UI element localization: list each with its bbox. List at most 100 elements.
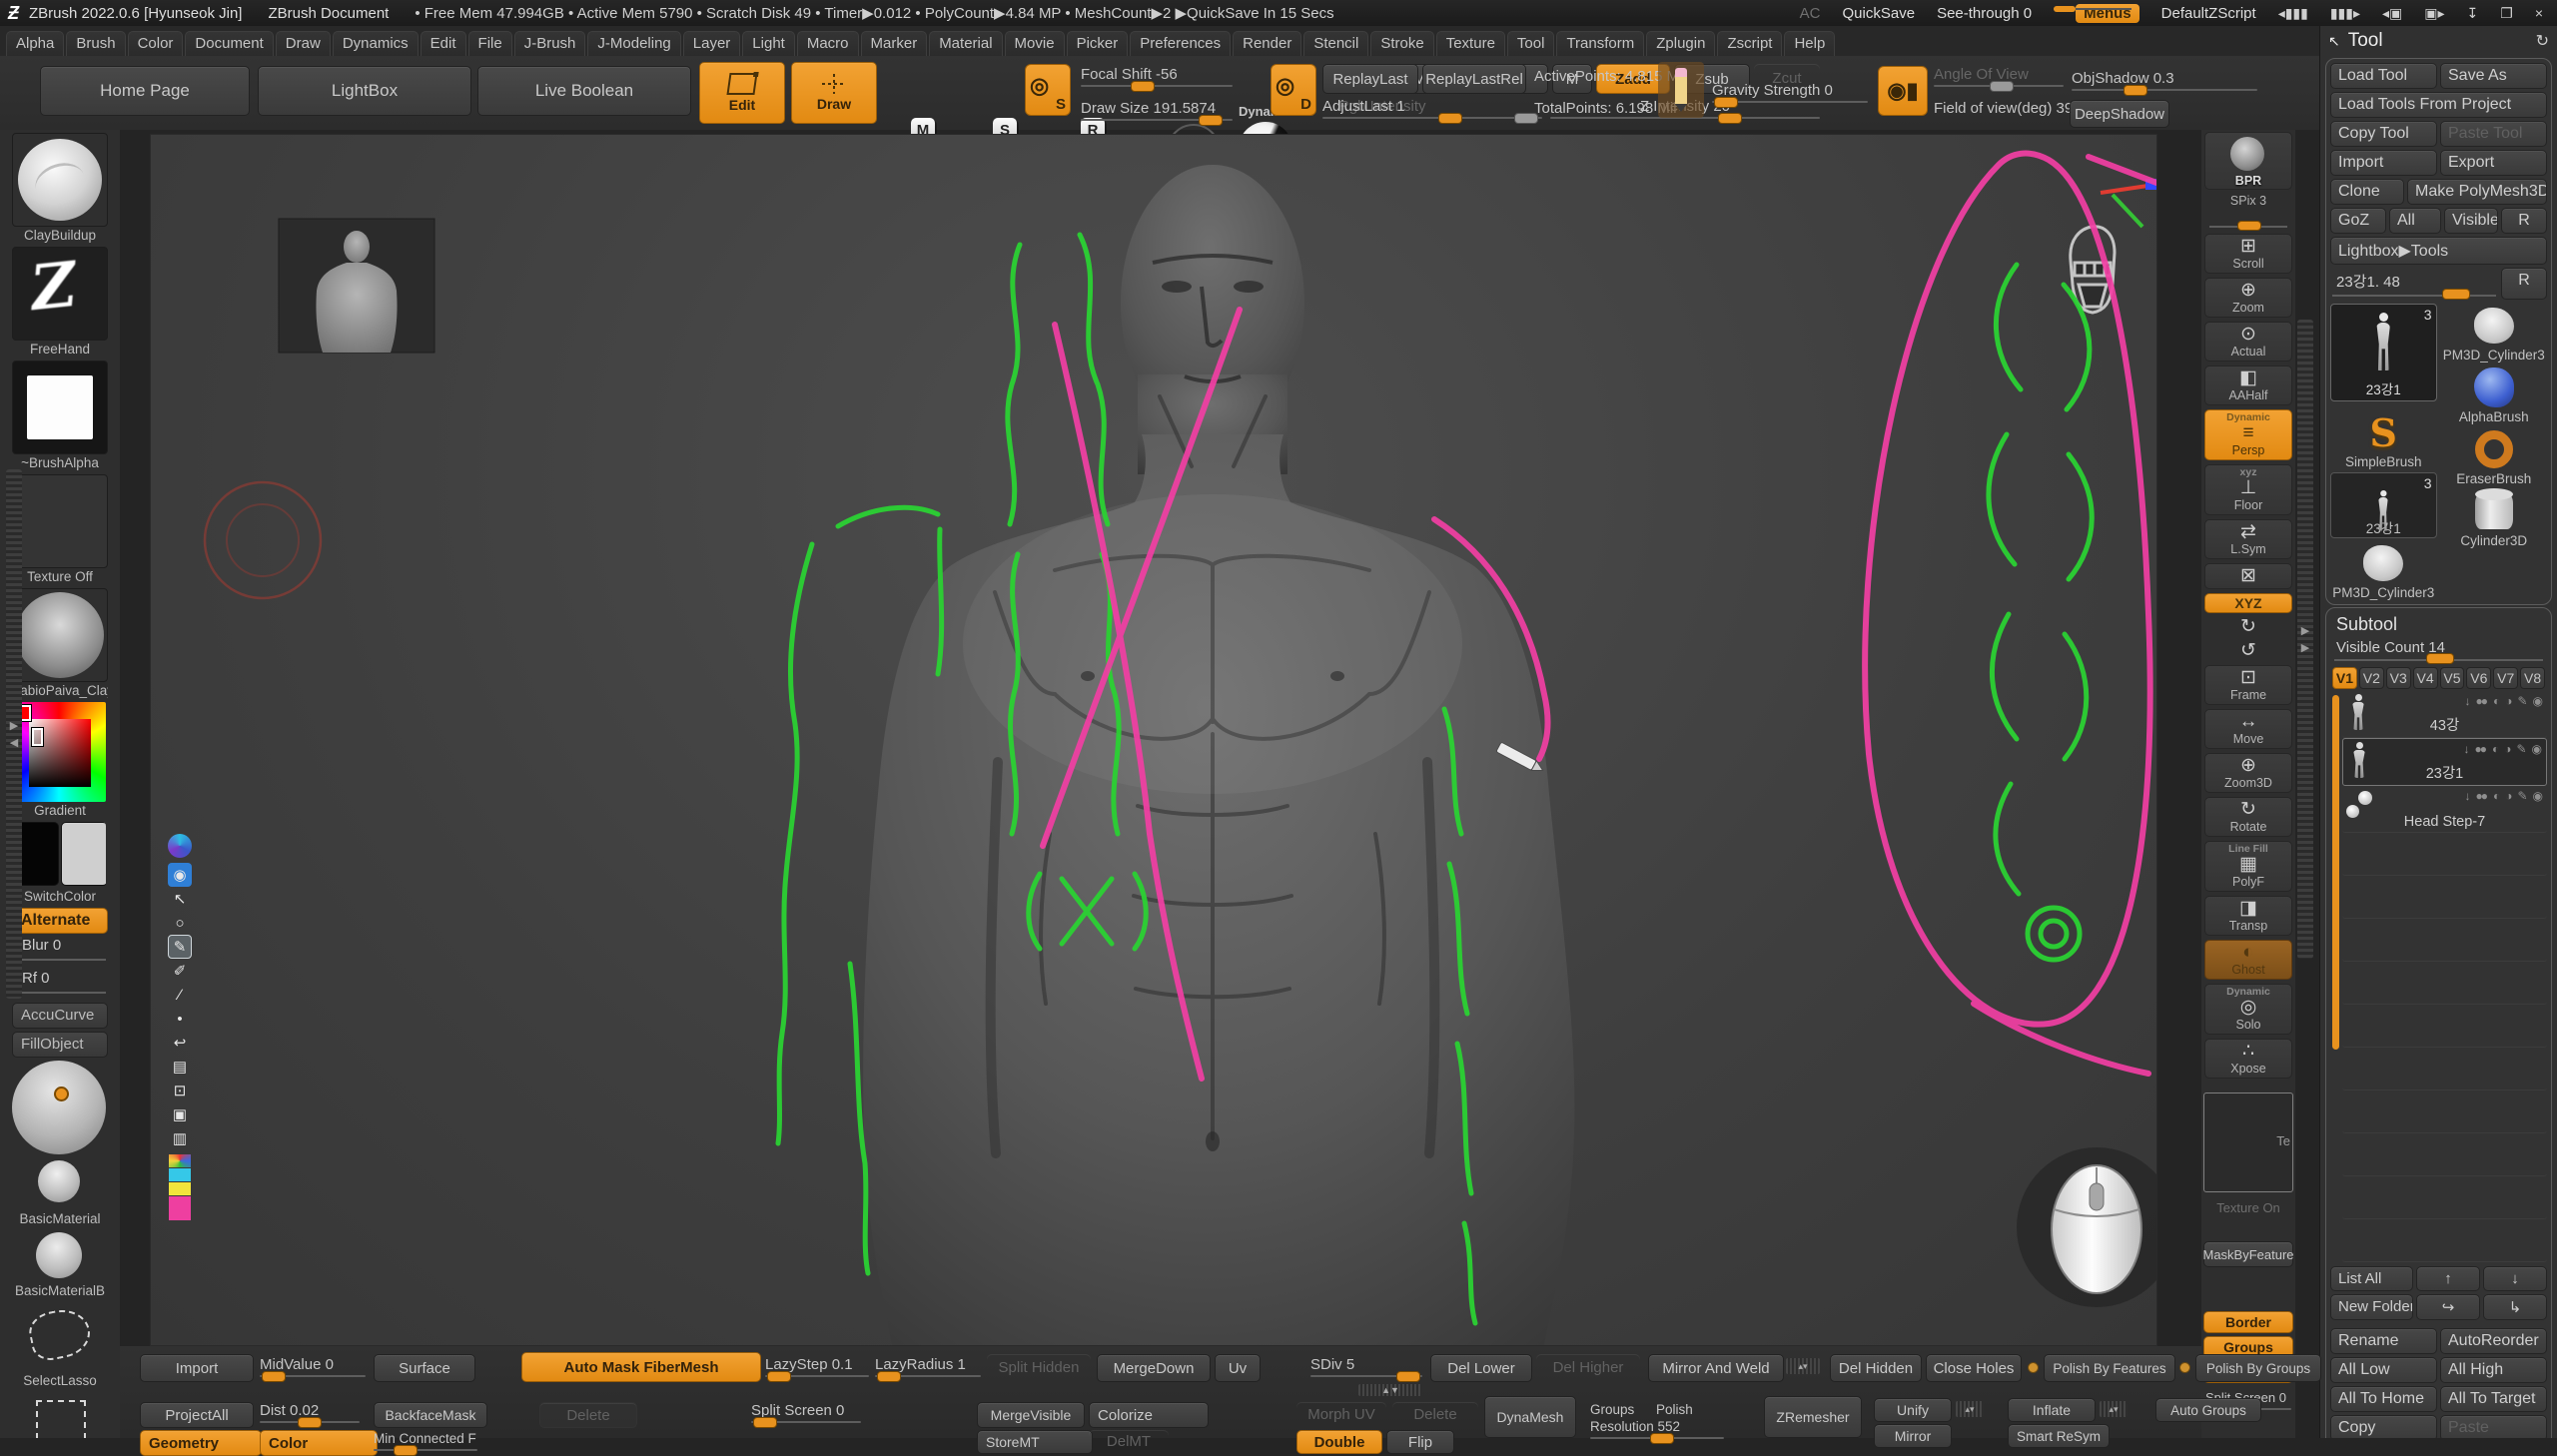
- menu-item[interactable]: Help: [1784, 31, 1835, 56]
- subtool-tab[interactable]: V5: [2440, 667, 2465, 689]
- left-shelf-item[interactable]: Rf 0: [12, 970, 108, 1000]
- camera-icon[interactable]: ◉▮: [1878, 66, 1928, 116]
- load-tools-from-project-button[interactable]: Load Tools From Project: [2330, 92, 2547, 118]
- reload-icon[interactable]: ↻: [2536, 31, 2549, 51]
- copy-tool-button[interactable]: Copy Tool: [2330, 121, 2437, 147]
- annotation-tool-icon[interactable]: ↖: [168, 887, 192, 911]
- right-shelf-item[interactable]: ⊠: [2204, 563, 2292, 589]
- subtool-item[interactable]: ↓●●◐◑✎◉: [2342, 919, 2547, 962]
- annotation-tool-icon[interactable]: ↩: [168, 1031, 192, 1055]
- auto-mask-fibermesh-button[interactable]: Auto Mask FiberMesh: [521, 1352, 761, 1382]
- store-mt-button[interactable]: StoreMT: [977, 1430, 1093, 1454]
- lazy-step-slider[interactable]: LazyStep 0.1: [765, 1356, 869, 1377]
- all-low-button[interactable]: All Low: [2330, 1357, 2437, 1383]
- menu-item[interactable]: Tool: [1507, 31, 1555, 56]
- annotation-tool-icon[interactable]: ⊡: [168, 1079, 192, 1102]
- subtool-scrollbar[interactable]: [2332, 695, 2339, 1050]
- subtool-item[interactable]: ↓●●◐◑✎◉: [2342, 1133, 2547, 1176]
- subtool-tab[interactable]: V7: [2493, 667, 2518, 689]
- right-shelf-item[interactable]: ◨ Transp: [2204, 896, 2292, 936]
- menu-item[interactable]: Texture: [1436, 31, 1505, 56]
- right-shelf-item[interactable]: ∴ Xpose: [2204, 1039, 2292, 1079]
- lazy-radius-slider[interactable]: LazyRadius 1: [875, 1356, 981, 1377]
- subtool-tab[interactable]: V4: [2413, 667, 2438, 689]
- ac-toggle[interactable]: AC: [1800, 5, 1821, 22]
- right-shelf-item[interactable]: BPR: [2204, 132, 2292, 190]
- uv-button[interactable]: Uv: [1215, 1354, 1261, 1382]
- unify-button[interactable]: Unify: [1874, 1398, 1952, 1422]
- clone-button[interactable]: Clone: [2330, 179, 2404, 205]
- tool-item[interactable]: Cylinder3D: [2441, 489, 2548, 548]
- right-tray-divider[interactable]: ▶▶: [2297, 320, 2313, 959]
- copy-button[interactable]: Copy: [2330, 1415, 2437, 1438]
- left-shelf-item[interactable]: ~BrushAlpha: [12, 361, 108, 471]
- subtool-tab[interactable]: V1: [2332, 667, 2357, 689]
- menu-item[interactable]: Marker: [861, 31, 928, 56]
- annotation-tool-icon[interactable]: •: [168, 1007, 192, 1031]
- unify-ticks-icon[interactable]: ▴▾: [1956, 1401, 1984, 1417]
- load-tool-button[interactable]: Load Tool: [2330, 63, 2437, 89]
- smart-resym-button[interactable]: Smart ReSym: [2008, 1424, 2110, 1448]
- home-page-button[interactable]: Home Page: [40, 66, 250, 116]
- all-to-home-button[interactable]: All To Home: [2330, 1386, 2437, 1412]
- cyan-swatch[interactable]: [169, 1168, 191, 1181]
- right-shelf-item[interactable]: ↺: [2205, 639, 2291, 663]
- deep-shadow-button[interactable]: DeepShadow: [2070, 100, 2169, 128]
- left-shelf-item[interactable]: Texture Off: [12, 474, 108, 585]
- subtool-item[interactable]: ↓●●◐◑✎◉: [2342, 1219, 2547, 1262]
- tool-item[interactable]: PM3D_Cylinder3: [2330, 541, 2437, 600]
- subtool-item[interactable]: ↓●●◐◑✎◉: [2342, 876, 2547, 919]
- texture-panel[interactable]: Te: [2203, 1092, 2293, 1192]
- visible-count-slider[interactable]: Visible Count 14: [2330, 637, 2547, 665]
- auto-groups-button[interactable]: Auto Groups: [2155, 1398, 2261, 1422]
- menu-item[interactable]: Zplugin: [1646, 31, 1715, 56]
- right-shelf-item[interactable]: ↻: [2205, 615, 2291, 639]
- geometry-button[interactable]: Geometry: [140, 1430, 262, 1456]
- angle-of-view-slider[interactable]: Angle Of View: [1934, 66, 2064, 87]
- left-shelf-item[interactable]: Alternate: [12, 908, 108, 934]
- r-button[interactable]: R: [2501, 208, 2547, 234]
- goz-button[interactable]: GoZ: [2330, 208, 2386, 234]
- right-shelf-item[interactable]: ⊕ Zoom3D: [2204, 753, 2292, 793]
- merge-visible-button[interactable]: MergeVisible: [977, 1402, 1085, 1428]
- resolution-slider[interactable]: Resolution 552: [1590, 1418, 1724, 1439]
- menu-item[interactable]: Dynamics: [333, 31, 419, 56]
- annotation-tool-icon[interactable]: ◉: [168, 863, 192, 887]
- color-picker[interactable]: Gradient: [12, 702, 108, 819]
- move-into-button[interactable]: ↳: [2483, 1294, 2547, 1320]
- dist-slider[interactable]: Dist 0.02: [260, 1402, 360, 1423]
- minimize-button[interactable]: ↧: [2467, 5, 2479, 22]
- live-boolean-button[interactable]: Live Boolean: [477, 66, 691, 116]
- new-folder-button[interactable]: New Folder: [2330, 1294, 2413, 1320]
- border-button[interactable]: Border: [2203, 1311, 2293, 1333]
- mask-by-feature-button[interactable]: MaskByFeature: [2203, 1241, 2293, 1267]
- dynamesh-button[interactable]: DynaMesh: [1484, 1396, 1576, 1438]
- move-up-button[interactable]: ↑: [2416, 1266, 2480, 1291]
- export-button[interactable]: Export: [2440, 150, 2547, 176]
- right-shelf-item[interactable]: ⊞ Scroll: [2204, 234, 2292, 274]
- menu-item[interactable]: Document: [185, 31, 273, 56]
- all-to-target-button[interactable]: All To Target: [2440, 1386, 2547, 1412]
- left-shelf-item[interactable]: FillObject: [12, 1032, 108, 1058]
- del-higher-button[interactable]: Del Higher: [1536, 1354, 1640, 1380]
- subtool-tab[interactable]: V8: [2520, 667, 2545, 689]
- gravity-strength-slider[interactable]: Gravity Strength 0: [1712, 82, 1868, 103]
- left-tray-divider[interactable]: ▶◀: [6, 469, 22, 999]
- tool-item[interactable]: AlphaBrush: [2441, 365, 2548, 424]
- menu-item[interactable]: Alpha: [6, 31, 64, 56]
- rename-button[interactable]: Rename: [2330, 1328, 2437, 1354]
- right-shelf-item[interactable]: XYZ: [2204, 593, 2292, 613]
- right-shelf-item[interactable]: ⊡ Frame: [2204, 665, 2292, 705]
- left-shelf-item[interactable]: SelectLasso: [12, 1302, 108, 1389]
- subtool-item[interactable]: ↓●●◐◑✎◉: [2342, 1005, 2547, 1048]
- draw-size-slider[interactable]: Draw Size 191.5874: [1081, 100, 1233, 121]
- close-button[interactable]: ×: [2535, 5, 2543, 21]
- annotation-tool-icon[interactable]: ▥: [168, 1126, 192, 1150]
- polish-by-features-button[interactable]: Polish By Features: [2044, 1354, 2175, 1382]
- subtool-item[interactable]: ↓●●◐◑✎◉ 23강1: [2342, 738, 2547, 786]
- tool-item[interactable]: 3 23강1: [2330, 472, 2437, 538]
- project-all-button[interactable]: ProjectAll: [140, 1402, 254, 1428]
- annotation-tool-icon[interactable]: ▣: [168, 1102, 192, 1126]
- subtool-tab[interactable]: V6: [2466, 667, 2491, 689]
- min-connected-slider[interactable]: Min Connected F: [374, 1430, 477, 1451]
